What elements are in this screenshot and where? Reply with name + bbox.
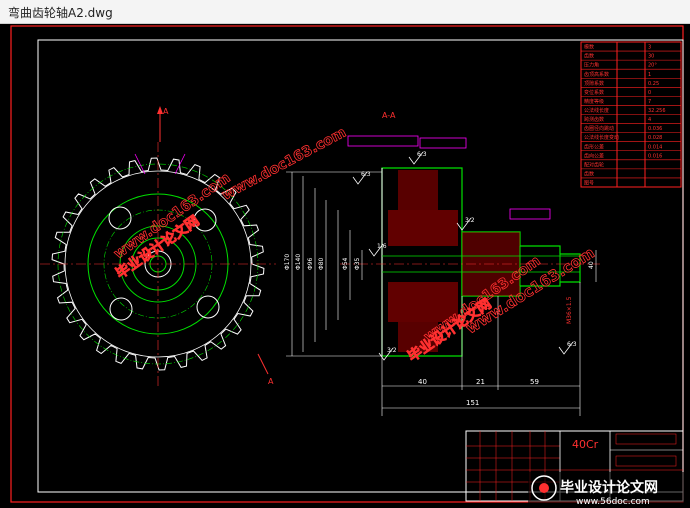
param-value: 3	[648, 45, 651, 51]
param-label: 压力角	[584, 62, 599, 69]
dim-shaft1: Φ54	[342, 257, 349, 270]
param-value: 1	[648, 72, 651, 78]
drawing-svg: 模数 3 齿数 30 压力角 20° 齿顶高系数 1 顶隙系数 0.25 变位系数 0 精度等级 7 公法线…	[10, 25, 688, 507]
dim-seg3: 59	[530, 378, 539, 386]
param-label: 顶隙系数	[584, 80, 604, 87]
param-label: 公法线长度	[584, 107, 609, 114]
param-value: 0.036	[648, 126, 662, 132]
param-value: 0.028	[648, 135, 662, 141]
material-label: 40Cr	[572, 438, 599, 451]
view-marker-bottom: A	[268, 377, 274, 386]
view-marker-top: A	[163, 107, 169, 116]
logo-title: 毕业设计论文网	[560, 479, 658, 496]
roughness-value: 6.3	[361, 171, 371, 178]
roughness-value: 6.3	[567, 341, 577, 348]
param-label: 齿顶高系数	[584, 71, 609, 78]
param-label: 配对齿轮	[584, 161, 604, 168]
param-label: 齿圈径向跳动	[584, 125, 614, 132]
dim-shaft2: Φ35	[354, 257, 361, 270]
param-value: 7	[648, 99, 651, 105]
param-value: 0.014	[648, 144, 662, 150]
corner-logo: 毕业设计论文网 www.56doc.com	[528, 472, 688, 507]
roughness-value: 1.6	[377, 243, 387, 250]
dim-overall: 151	[466, 399, 479, 407]
param-value: 0.016	[648, 153, 662, 159]
dim-seg2: 21	[476, 378, 485, 386]
dim-mid2: Φ96	[307, 257, 314, 270]
dim-mid3: Φ80	[318, 257, 325, 270]
param-value: 32.256	[648, 108, 666, 114]
dim-seg1: 40	[418, 378, 427, 386]
param-label: 变位系数	[584, 89, 604, 96]
param-label: 图号	[584, 181, 594, 187]
logo-url: www.56doc.com	[576, 497, 650, 507]
section-label: A-A	[382, 111, 396, 120]
param-label: 跨测齿数	[584, 116, 604, 123]
dim-outer: Φ170	[284, 254, 291, 270]
param-label: 齿数	[584, 53, 594, 60]
param-label: 精度等级	[584, 98, 604, 105]
gear-param-table: 模数 3 齿数 30 压力角 20° 齿顶高系数 1 顶隙系数 0.25 变位系数 0 精度等级 7 公法线…	[580, 41, 682, 188]
dim-mid1: Φ140	[295, 254, 302, 270]
param-label: 齿数	[584, 170, 594, 177]
param-label: 模数	[584, 44, 594, 51]
window-title: 弯曲齿轮轴A2.dwg	[8, 6, 113, 20]
cad-canvas[interactable]: 模数 3 齿数 30 压力角 20° 齿顶高系数 1 顶隙系数 0.25 变位系数 0 精度等级 7 公法线…	[0, 24, 690, 508]
gear-section-view: A-A Φ170 Φ140 Φ96 Φ80 Φ54 Φ35 40 M36×1.5…	[284, 111, 600, 416]
roughness-value: 6.3	[417, 151, 427, 158]
window-titlebar: 弯曲齿轮轴A2.dwg	[0, 0, 690, 24]
param-value: 0	[648, 90, 651, 96]
param-value: 20°	[648, 63, 657, 69]
param-label: 齿向公差	[584, 152, 604, 159]
param-label: 公法线长度变动	[584, 134, 619, 141]
watermark-url-1: www.doc163.com	[219, 125, 349, 204]
param-value: 4	[648, 117, 651, 123]
param-label: 齿形公差	[584, 143, 604, 150]
param-value: 30	[648, 54, 654, 60]
dim-keyway: M36×1.5	[566, 296, 573, 324]
roughness-value: 3.2	[465, 217, 475, 224]
param-value: 0.25	[648, 81, 659, 87]
roughness-value: 3.2	[387, 347, 397, 354]
